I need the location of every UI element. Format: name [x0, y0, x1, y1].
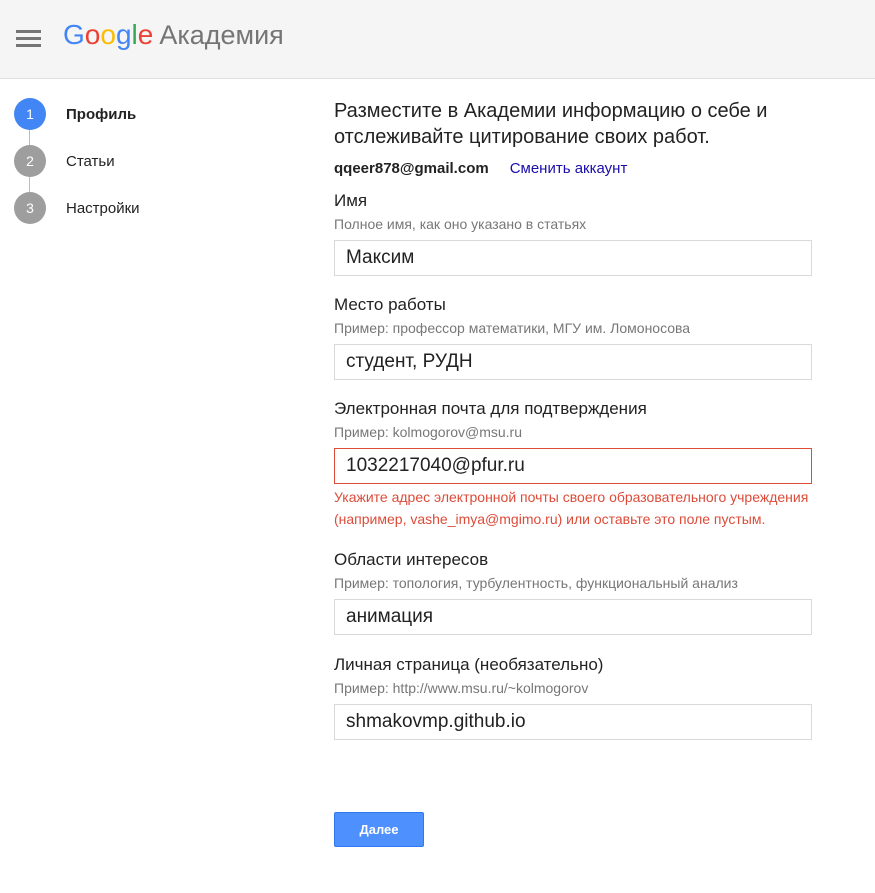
email-label: Электронная почта для подтверждения — [334, 399, 647, 418]
account-row: qqeer878@gmail.com Сменить аккаунт — [334, 157, 814, 179]
name-field-group: Имя Полное имя, как оно указано в статья… — [334, 191, 814, 276]
step-articles[interactable]: 2 Статьи — [14, 145, 115, 177]
step-connector — [29, 177, 30, 192]
google-wordmark: Google — [63, 19, 154, 50]
intro-text: Разместите в Академии информацию о себе … — [334, 100, 768, 148]
step-profile[interactable]: 1 Профиль — [14, 98, 136, 130]
step-label: Статьи — [66, 152, 115, 170]
homepage-field-group: Личная страница (необязательно) Пример: … — [334, 655, 814, 740]
homepage-hint: Пример: http://www.msu.ru/~kolmogorov — [334, 680, 589, 696]
header: Google Академия — [0, 0, 875, 79]
name-hint: Полное имя, как оно указано в статьях — [334, 216, 587, 232]
step-label: Настройки — [66, 199, 140, 217]
step-settings[interactable]: 3 Настройки — [14, 192, 140, 224]
account-email: qqeer878@gmail.com — [334, 159, 489, 177]
profile-form: Разместите в Академии информацию о себе … — [334, 98, 814, 740]
step-connector — [29, 130, 30, 145]
email-hint: Пример: kolmogorov@msu.ru — [334, 424, 523, 440]
email-error-message: Укажите адрес электронной почты своего о… — [334, 489, 809, 527]
switch-account-link[interactable]: Сменить аккаунт — [510, 160, 628, 177]
affiliation-hint: Пример: профессор математики, МГУ им. Ло… — [334, 320, 691, 336]
interests-hint: Пример: топология, турбулентность, функц… — [334, 575, 738, 591]
interests-input[interactable] — [334, 599, 812, 635]
step-number: 3 — [14, 192, 46, 224]
email-field-group: Электронная почта для подтверждения Прим… — [334, 399, 814, 530]
logo-suffix: Академия — [159, 20, 284, 50]
affiliation-label: Место работы — [334, 295, 446, 314]
affiliation-input[interactable] — [334, 344, 812, 380]
interests-label: Области интересов — [334, 550, 489, 569]
google-scholar-logo[interactable]: Google Академия — [63, 19, 284, 55]
affiliation-field-group: Место работы Пример: профессор математик… — [334, 295, 814, 380]
step-number: 1 — [14, 98, 46, 130]
name-input[interactable] — [334, 240, 812, 276]
verification-email-input[interactable] — [334, 448, 812, 484]
homepage-input[interactable] — [334, 704, 812, 740]
name-label: Имя — [334, 191, 368, 210]
step-number: 2 — [14, 145, 46, 177]
homepage-label: Личная страница (необязательно) — [334, 655, 604, 674]
menu-icon[interactable] — [8, 22, 48, 56]
step-label: Профиль — [66, 105, 137, 123]
interests-field-group: Области интересов Пример: топология, тур… — [334, 550, 814, 635]
next-button[interactable]: Далее — [334, 812, 424, 847]
